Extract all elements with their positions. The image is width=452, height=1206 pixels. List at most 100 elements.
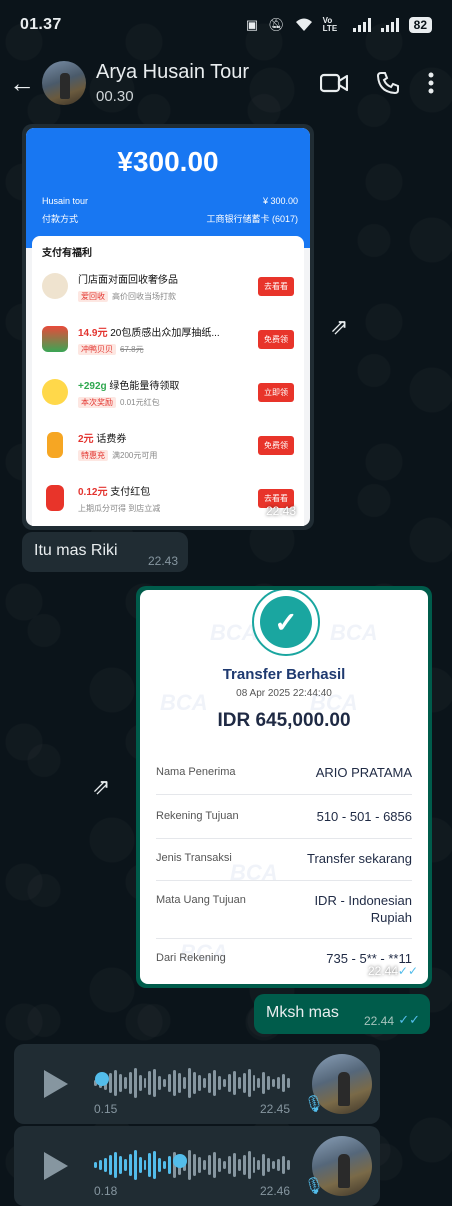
alipay-benefits-card: 支付有福利 门店面对面回收奢侈品 爱回收 高价回收当场打款 去看看 14.9元 2… (32, 236, 304, 526)
waveform-bar (143, 1078, 147, 1088)
waveform-bar (207, 1155, 211, 1175)
red-packet-icon (46, 485, 64, 511)
volte-label: Vo LTE (322, 16, 338, 33)
bca-receipt-image: BCA BCA BCA BCA BCA BCA ✓ Transfer Berha… (140, 590, 428, 984)
waveform-bar (237, 1077, 241, 1089)
signal-icon (352, 18, 371, 32)
more-options-icon[interactable] (428, 72, 434, 94)
incoming-text-message[interactable]: Itu mas Riki 22.43 (22, 532, 188, 572)
bca-datetime: 08 Apr 2025 22:44:40 (236, 688, 332, 699)
outgoing-text-message[interactable]: Mksh mas 22.44 ✓✓ (254, 994, 430, 1034)
waveform-bar (188, 1150, 192, 1180)
alipay-method-row: 付款方式 工商银行储蓄卡 (6017) (42, 212, 298, 225)
waveform-bar (168, 1156, 172, 1174)
waveform-bar (128, 1154, 132, 1176)
bca-row-value: 510 - 501 - 6856 (316, 809, 412, 824)
tissue-icon (42, 326, 68, 352)
waveform-bar (232, 1071, 236, 1095)
waveform-bar (148, 1071, 152, 1095)
contact-subtitle: 00.30 (96, 88, 134, 105)
energy-icon (42, 379, 68, 405)
bca-row-label: Jenis Transaksi (156, 852, 232, 864)
waveform-bar (272, 1079, 276, 1087)
message-text: Mksh mas (266, 1004, 339, 1021)
signal-icon-2 (380, 18, 399, 32)
status-time: 01.37 (20, 16, 62, 33)
bca-row-value: Transfer sekarang (306, 851, 412, 866)
play-icon[interactable] (44, 1152, 68, 1180)
voice-message[interactable]: 0.15 22.45 🎙︎ (14, 1044, 380, 1124)
waveform-bar (217, 1076, 221, 1090)
alipay-item: 2元 话费券 特惠充 满200元可用 免费领 (42, 421, 294, 469)
voice-duration: 0.18 (94, 1184, 118, 1198)
status-icons: ▣ 🔕︎ Vo LTE 82 (246, 17, 432, 33)
waveform-bar (138, 1075, 142, 1091)
forward-icon[interactable]: ⇗ (330, 314, 348, 340)
waveform-bar (163, 1161, 167, 1169)
alipay-item: 14.9元 20包质感出众加厚抽纸... 冲鸭贝贝 67.8元 免费领 (42, 315, 294, 363)
alipay-item-sub: 上期瓜分可得 到店立减 (78, 503, 161, 513)
alipay-merchant-value: ¥ 300.00 (262, 196, 298, 206)
play-icon[interactable] (44, 1070, 68, 1098)
waveform-bar (207, 1073, 211, 1093)
success-check-icon: ✓ (252, 590, 320, 656)
waveform-bar (94, 1162, 97, 1168)
waveform-bar (193, 1154, 197, 1176)
alipay-item-sub: 满200元可用 (112, 450, 158, 460)
alipay-item-sub: 0.01元红包 (120, 397, 160, 407)
voice-message[interactable]: 0.18 22.46 🎙︎ (14, 1126, 380, 1206)
waveform-bar (128, 1072, 132, 1094)
video-call-icon[interactable] (320, 73, 348, 93)
waveform-bar (222, 1161, 226, 1169)
contact-avatar[interactable] (42, 61, 86, 105)
audio-waveform[interactable] (94, 1148, 291, 1182)
waveform-bar (257, 1160, 261, 1170)
waveform-bar (202, 1078, 206, 1088)
phone-icon (47, 432, 63, 458)
waveform-bar (123, 1159, 127, 1171)
waveform-bar (287, 1078, 291, 1088)
status-bar: 01.37 ▣ 🔕︎ Vo LTE 82 (0, 0, 452, 50)
waveform-bar (217, 1158, 221, 1172)
waveform-bar (123, 1077, 127, 1089)
waveform-bar (108, 1073, 112, 1093)
waveform-bar (277, 1077, 281, 1089)
waveform-bar (158, 1076, 162, 1090)
bca-detail-row: Mata Uang Tujuan IDR - Indonesian Rupiah (156, 892, 412, 939)
back-arrow-icon[interactable]: ← (2, 68, 42, 99)
waveform-bar (148, 1153, 152, 1177)
image-message-bca[interactable]: BCA BCA BCA BCA BCA BCA ✓ Transfer Berha… (136, 586, 432, 988)
alipay-item-button: 免费领 (258, 435, 294, 455)
alipay-header: ¥300.00 Husain tour ¥ 300.00 付款方式 工商银行储蓄… (26, 128, 310, 248)
contact-info[interactable]: Arya Husain Tour 00.30 (96, 61, 249, 105)
alipay-item: 门店面对面回收奢侈品 爱回收 高价回收当场打款 去看看 (42, 262, 294, 310)
alipay-item-title: 20包质感出众加厚抽纸... (107, 327, 220, 339)
audio-waveform[interactable] (94, 1066, 291, 1100)
waveform-bar (183, 1077, 187, 1089)
forward-icon[interactable]: ⇗ (92, 774, 110, 800)
waveform-bar (287, 1160, 291, 1170)
waveform-bar (113, 1070, 117, 1096)
chat-header: ← Arya Husain Tour 00.30 (0, 50, 452, 116)
bca-row-value: ARIO PRATAMA (315, 765, 412, 780)
waveform-bar (272, 1161, 276, 1169)
waveform-bar (212, 1152, 216, 1178)
image-message-alipay[interactable]: ¥300.00 Husain tour ¥ 300.00 付款方式 工商银行储蓄… (22, 124, 314, 530)
waveform-bar (113, 1152, 117, 1178)
voice-call-icon[interactable] (376, 71, 400, 95)
waveform-bar (242, 1073, 246, 1093)
alipay-receipt-image: ¥300.00 Husain tour ¥ 300.00 付款方式 工商银行储蓄… (26, 128, 310, 526)
bca-row-value: IDR - Indonesian Rupiah (314, 893, 412, 925)
audio-seek-handle[interactable] (95, 1072, 109, 1086)
nfc-icon: ▣ (245, 17, 259, 32)
waveform-bar (212, 1070, 216, 1096)
waveform-bar (242, 1155, 246, 1175)
bca-row-label: Mata Uang Tujuan (156, 894, 246, 906)
bca-watermark: BCA (210, 620, 258, 645)
waveform-bar (227, 1156, 231, 1174)
waveform-bar (267, 1158, 271, 1172)
bca-detail-row: Nama Penerima ARIO PRATAMA (156, 764, 412, 795)
waveform-bar (277, 1159, 281, 1171)
wifi-icon (295, 18, 312, 31)
alipay-item-title: 话费券 (93, 433, 127, 445)
